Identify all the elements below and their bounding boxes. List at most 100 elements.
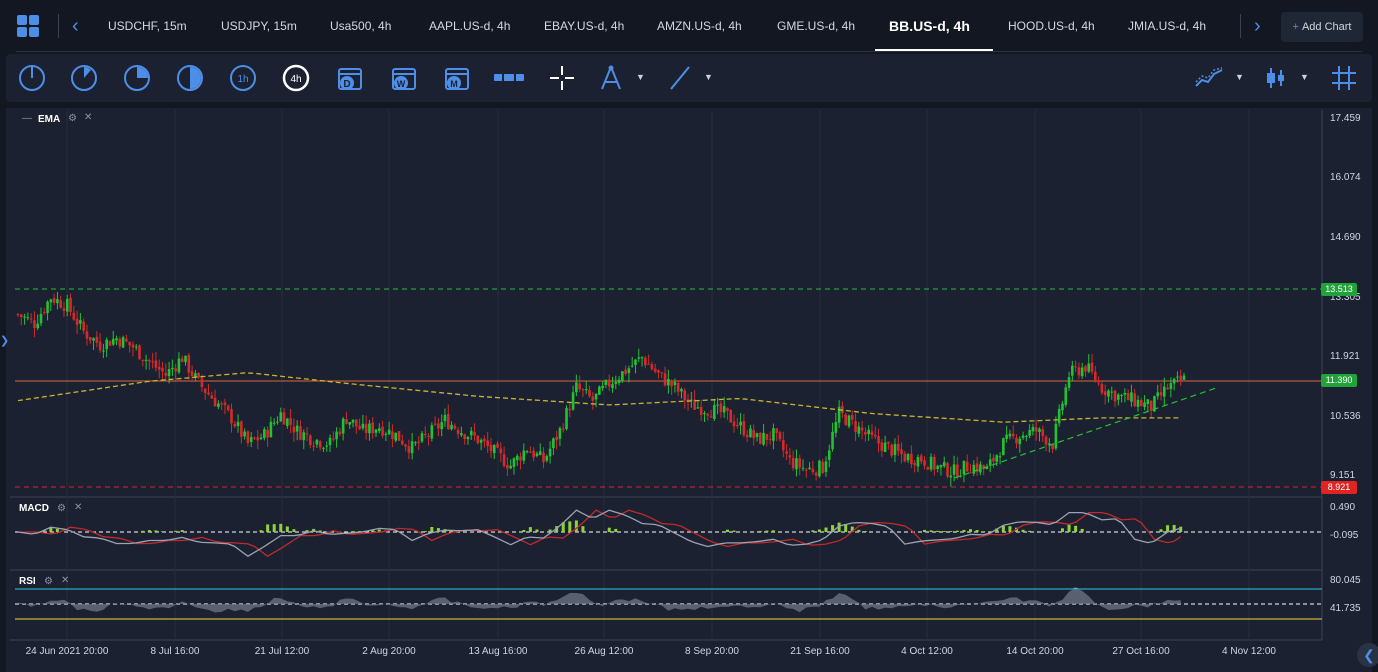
candle-body: [640, 357, 644, 359]
candle-body: [742, 420, 746, 436]
candle-body: [791, 457, 795, 469]
candle-body: [594, 393, 598, 400]
candle-body: [939, 465, 943, 468]
candle-body: [256, 437, 260, 441]
macd-histogram-bar: [969, 529, 973, 532]
close-icon[interactable]: ✕: [84, 112, 92, 123]
candle-body: [506, 464, 509, 469]
candle-body: [82, 321, 85, 331]
candle-body: [804, 469, 808, 471]
candle-body: [56, 299, 59, 304]
chevron-left-icon[interactable]: ❮: [1357, 643, 1378, 667]
candle-body: [1117, 394, 1120, 400]
candle-body: [624, 369, 627, 374]
candle-body: [52, 298, 56, 303]
candle-body: [1034, 427, 1038, 432]
candle-body: [1133, 393, 1137, 406]
candle-body: [309, 435, 312, 446]
candle-body: [496, 443, 499, 448]
candle-body: [469, 430, 473, 436]
candle-body: [387, 429, 391, 435]
date-tick: 21 Sep 16:00: [790, 646, 850, 657]
macd-histogram-bar: [614, 528, 618, 532]
candle-body: [187, 355, 191, 373]
candle-body: [1169, 383, 1173, 390]
settings-icon[interactable]: ⚙: [68, 113, 77, 124]
candle-body: [1103, 391, 1107, 396]
macd-histogram-bar: [259, 530, 263, 532]
candle-body: [1143, 402, 1146, 408]
candle-body: [604, 380, 608, 386]
rsi-label: RSI: [19, 576, 36, 587]
candle-body: [736, 424, 739, 427]
candle-body: [220, 403, 223, 405]
macd-histogram-bar: [817, 529, 821, 532]
candle-body: [988, 459, 992, 466]
macd-histogram-bar: [147, 530, 151, 532]
candle-body: [69, 297, 72, 312]
candle-body: [552, 438, 555, 449]
candle-body: [653, 368, 657, 372]
candle-body: [1077, 367, 1081, 376]
candle-body: [1005, 434, 1008, 439]
candle-body: [936, 465, 939, 469]
candle-body: [726, 407, 729, 411]
candle-body: [969, 472, 972, 474]
date-tick: 14 Oct 20:00: [1006, 646, 1064, 657]
candle-body: [253, 437, 256, 439]
macd-histogram-bar: [141, 530, 145, 532]
macd-histogram-bar: [292, 529, 296, 532]
candle-body: [368, 423, 371, 434]
candle-body: [1149, 400, 1153, 411]
settings-icon[interactable]: ⚙: [44, 576, 53, 587]
macd-histogram-bar: [154, 530, 158, 532]
candle-body: [328, 437, 332, 446]
price-tick: 10.536: [1330, 411, 1361, 422]
close-icon[interactable]: ✕: [61, 575, 69, 586]
candle-body: [847, 415, 851, 427]
candle-body: [870, 431, 874, 435]
candle-body: [213, 397, 217, 407]
candle-body: [19, 314, 23, 318]
candle-body: [233, 423, 237, 427]
chevron-right-icon[interactable]: ❯: [0, 334, 9, 347]
macd-histogram-bar: [942, 531, 946, 532]
candle-body: [667, 378, 670, 386]
candle-body: [98, 341, 102, 351]
candle-body: [423, 433, 427, 436]
macd-histogram-bar: [528, 527, 532, 532]
candle-body: [88, 336, 92, 341]
minus-icon[interactable]: —: [22, 113, 32, 124]
candle-body: [502, 454, 506, 467]
macd-histogram-bar: [535, 529, 539, 532]
candle-body: [873, 434, 877, 437]
candle-body: [39, 313, 43, 324]
candle-body: [979, 464, 982, 473]
candle-body: [519, 456, 522, 461]
candle-body: [269, 421, 273, 438]
candle-body: [1061, 403, 1064, 411]
macd-histogram-bar: [1060, 528, 1064, 532]
date-tick: 21 Jul 12:00: [254, 646, 310, 657]
close-icon[interactable]: ✕: [74, 502, 82, 513]
candle-body: [1090, 362, 1094, 372]
date-tick: 24 Jun 2021 20:00: [25, 646, 109, 657]
date-tick: 4 Nov 12:00: [1222, 646, 1276, 657]
candle-body: [217, 403, 220, 408]
candle-body: [716, 404, 719, 406]
candle-body: [683, 390, 687, 401]
chart-canvas[interactable]: [0, 0, 1378, 672]
settings-icon[interactable]: ⚙: [57, 503, 66, 514]
candle-body: [312, 445, 315, 447]
candle-body: [650, 364, 654, 370]
candle-body: [857, 426, 861, 434]
candle-body: [102, 350, 105, 352]
macd-histogram-bar: [272, 524, 276, 532]
date-tick: 26 Aug 12:00: [574, 646, 634, 657]
candle-body: [854, 420, 857, 433]
candle-body: [210, 395, 214, 399]
candle-body: [141, 359, 145, 361]
candle-body: [42, 312, 46, 314]
candle-body: [161, 367, 164, 372]
candle-body: [36, 323, 40, 329]
